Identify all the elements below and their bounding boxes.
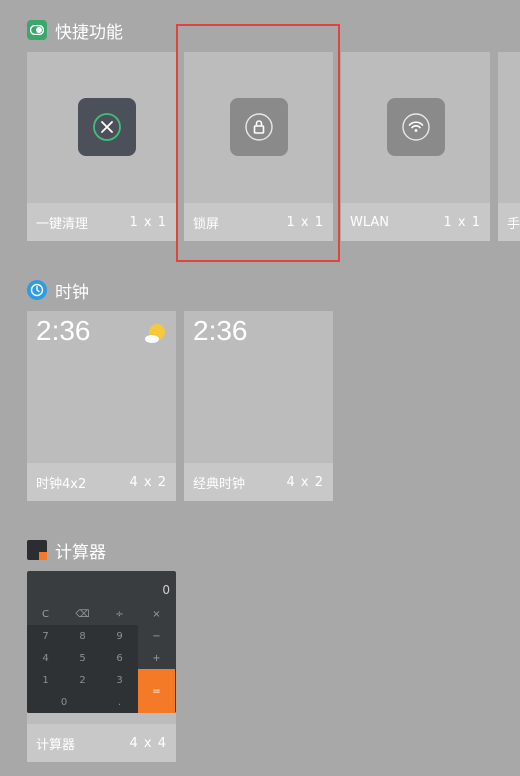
quick-functions-icon [27, 20, 47, 40]
tile-calculator[interactable]: 0 C ⌫ ÷ × 7 8 9 − 4 5 6 + 1 2 3 = 0 . 计算… [27, 571, 176, 762]
calculator-keypad: C ⌫ ÷ × 7 8 9 − 4 5 6 + 1 2 3 = 0 . [27, 603, 176, 713]
section-clock-title: 时钟 [27, 279, 89, 303]
tile-clock-4x2[interactable]: 2:36 时钟4x2 4 x 2 [27, 311, 176, 501]
tile-wlan[interactable]: WLAN 1 x 1 [341, 52, 490, 241]
section-quick-label: 快捷功能 [55, 22, 123, 43]
calc-key-clear: C [42, 608, 49, 620]
tile-size: 1 x 1 [129, 214, 167, 230]
tile-footer: 经典时钟 4 x 2 [184, 463, 333, 501]
clean-icon [78, 98, 136, 156]
calc-key-4: 4 [27, 647, 64, 669]
calculator-display: 0 [162, 583, 170, 597]
calc-key-1: 1 [27, 669, 64, 691]
calc-key-backspace: ⌫ [75, 608, 90, 620]
calc-key-equals: = [138, 669, 175, 713]
clock-time: 2:36 [193, 315, 248, 346]
clock-icon [27, 280, 47, 300]
section-calculator-label: 计算器 [55, 542, 106, 563]
calc-key-minus: − [152, 630, 161, 642]
calc-key-9: 9 [101, 625, 138, 647]
calc-key-7: 7 [27, 625, 64, 647]
section-quick-title: 快捷功能 [27, 19, 123, 43]
calculator-preview: 0 C ⌫ ÷ × 7 8 9 − 4 5 6 + 1 2 3 = 0 . [27, 571, 176, 713]
section-calculator-title: 计算器 [27, 539, 106, 563]
tile-label: WLAN [350, 214, 390, 230]
calc-key-8: 8 [64, 625, 101, 647]
tile-size: 4 x 4 [129, 735, 167, 751]
tile-size: 1 x 1 [443, 214, 481, 230]
tile-footer: 时钟4x2 4 x 2 [27, 463, 176, 501]
calc-key-plus: + [152, 652, 161, 664]
calculator-icon [27, 540, 47, 560]
tile-footer: 计算器 4 x 4 [27, 724, 176, 762]
weather-sun-icon [143, 321, 169, 351]
tile-one-key-clean[interactable]: 一键清理 1 x 1 [27, 52, 176, 241]
tile-label: 一键清理 [36, 216, 89, 232]
clock-time: 2:36 [36, 315, 91, 346]
tile-size: 4 x 2 [286, 474, 324, 490]
tile-size: 4 x 2 [129, 474, 167, 490]
tile-partial[interactable]: 手 [498, 52, 520, 241]
calc-key-divide: ÷ [115, 608, 124, 620]
tile-footer: 一键清理 1 x 1 [27, 203, 176, 241]
calc-key-6: 6 [101, 647, 138, 669]
section-clock-label: 时钟 [55, 282, 89, 303]
wifi-icon [387, 98, 445, 156]
tile-label: 计算器 [36, 737, 76, 753]
tile-label: 经典时钟 [193, 476, 246, 492]
calc-key-3: 3 [101, 669, 138, 691]
tile-footer: WLAN 1 x 1 [341, 203, 490, 241]
tile-label: 时钟4x2 [36, 476, 87, 492]
calc-key-dot: . [101, 691, 138, 713]
tile-footer: 手 [498, 203, 520, 241]
tile-label: 手 [507, 216, 520, 232]
calc-key-5: 5 [64, 647, 101, 669]
calc-key-multiply: × [152, 608, 161, 620]
tile-classic-clock[interactable]: 2:36 经典时钟 4 x 2 [184, 311, 333, 501]
calc-key-0: 0 [27, 691, 101, 713]
lock-screen-highlight-frame [176, 24, 340, 262]
calc-key-2: 2 [64, 669, 101, 691]
